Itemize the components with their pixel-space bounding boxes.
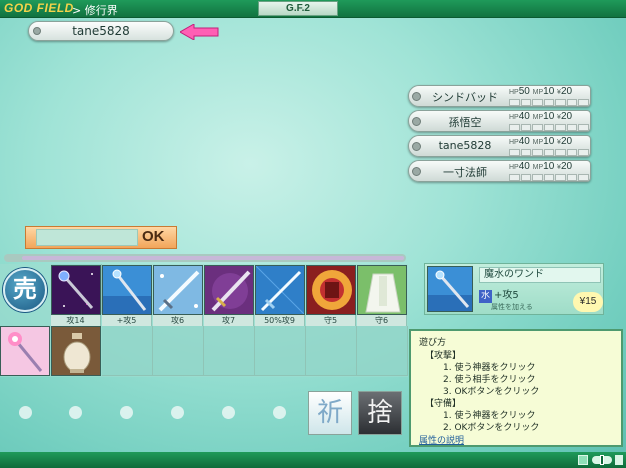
opponent-card-slots <box>509 174 590 181</box>
empty-slot-dot <box>69 406 82 419</box>
crystal-spear-card[interactable] <box>255 265 305 315</box>
discard-button[interactable]: 捨 <box>358 391 402 435</box>
magic-staff-icon <box>52 266 100 314</box>
plate-rivet-icon <box>412 167 421 176</box>
pray-button[interactable]: 祈 <box>308 391 352 435</box>
opponent-card-slots <box>509 149 590 156</box>
plate-rivet-icon <box>412 92 421 101</box>
card-slot <box>255 326 306 376</box>
water-wand-icon <box>103 266 151 314</box>
card-stat-label: +攻5 <box>102 315 152 326</box>
dark-sword-card[interactable] <box>204 265 254 315</box>
opponent-stats: HP40 MP10 ¥20 <box>509 161 573 172</box>
attribute-help-link[interactable]: 属性の説明 <box>419 433 464 446</box>
opponent-plate[interactable]: 孫悟空 HP40 MP10 ¥20 <box>408 110 591 132</box>
ice-sword-card[interactable] <box>153 265 203 315</box>
top-bar: GOD FIELD > 修行界 G.F.2 <box>0 0 626 18</box>
player-name-plate: tane5828 <box>28 21 174 41</box>
game-logo: GOD FIELD <box>4 1 74 15</box>
slider-handle[interactable] <box>600 455 604 465</box>
card-stat-label: 50%攻9 <box>255 315 305 326</box>
card-slot <box>153 326 204 376</box>
opponent-name: シンドバッド <box>432 91 498 104</box>
target-display-field <box>36 229 138 246</box>
help-step: 2. OKボタンをクリック <box>443 423 540 433</box>
window-icon[interactable] <box>578 455 588 465</box>
card-stat-label: 攻14 <box>51 315 101 326</box>
red-armor-icon <box>307 266 355 314</box>
ice-sword-icon <box>154 266 202 314</box>
sell-icon[interactable]: 売 <box>3 268 47 312</box>
empty-slot-dot <box>171 406 184 419</box>
pink-staff-card[interactable] <box>0 326 50 376</box>
white-robe-card[interactable] <box>357 265 407 315</box>
player-name: tane5828 <box>72 24 130 38</box>
help-title: 遊び方 <box>419 338 447 348</box>
plate-rivet-icon <box>412 142 421 151</box>
card-stat-label: 守5 <box>306 315 356 326</box>
opponent-name: 孫悟空 <box>448 116 482 129</box>
water-wand-icon <box>428 267 472 311</box>
card-slot <box>204 326 255 376</box>
detail-price: ¥15 <box>573 292 603 312</box>
opponent-stats: HP40 MP10 ¥20 <box>509 111 573 122</box>
empty-slot-dot <box>273 406 286 419</box>
plate-rivet-icon <box>412 117 421 126</box>
resize-icon[interactable] <box>615 455 623 465</box>
red-armor-card[interactable] <box>306 265 356 315</box>
pink-staff-icon <box>1 327 49 375</box>
card-stat-label: 攻7 <box>204 315 254 326</box>
dark-sword-icon <box>205 266 253 314</box>
empty-slot-dot <box>222 406 235 419</box>
urn-card[interactable] <box>51 326 101 376</box>
opponent-name: tane5828 <box>438 139 492 152</box>
opponent-plate[interactable]: tane5828 HP40 MP10 ¥20 <box>408 135 591 157</box>
version-badge: G.F.2 <box>258 1 338 16</box>
card-stat-label: 攻6 <box>153 315 203 326</box>
detail-card-name: 魔水のワンド <box>479 267 601 283</box>
white-robe-icon <box>358 266 406 314</box>
empty-slot-dot <box>19 406 32 419</box>
hand-bar-fill <box>22 256 404 260</box>
detail-effect: 水 +攻5 <box>479 290 519 303</box>
empty-slot-dot <box>120 406 133 419</box>
bottom-bar <box>0 452 626 468</box>
opponent-stats: HP40 MP10 ¥20 <box>509 136 573 147</box>
opponent-card-slots <box>509 124 590 131</box>
turn-pointer-arrow-icon <box>180 24 219 40</box>
opponent-plate[interactable]: シンドバッド HP50 MP10 ¥20 <box>408 85 591 107</box>
detail-card-image <box>427 266 473 312</box>
card-slot <box>306 326 357 376</box>
water-wand-card[interactable] <box>102 265 152 315</box>
volume-slider[interactable] <box>592 455 612 465</box>
breadcrumb: > 修行界 <box>72 4 118 17</box>
opponent-stats: HP50 MP10 ¥20 <box>509 86 573 97</box>
card-slot <box>357 326 408 376</box>
urn-icon <box>52 327 100 375</box>
opponent-name: 一寸法師 <box>443 166 487 179</box>
opponent-plate[interactable]: 一寸法師 HP40 MP10 ¥20 <box>408 160 591 182</box>
magic-staff-card[interactable] <box>51 265 101 315</box>
opponent-card-slots <box>509 99 590 106</box>
card-stat-label: 守6 <box>357 315 407 326</box>
ok-button[interactable]: OK <box>142 228 165 245</box>
card-detail-panel: 魔水のワンド 水 +攻5 属性を加える ¥15 <box>424 263 604 315</box>
card-slot <box>102 326 153 376</box>
how-to-play-panel: 遊び方 【攻撃】 1. 使う神器をクリック 2. 使う相手をクリック 3. OK… <box>409 329 623 447</box>
crystal-spear-icon <box>256 266 304 314</box>
confirm-panel: OK <box>25 226 177 249</box>
detail-subtext: 属性を加える <box>491 303 533 311</box>
